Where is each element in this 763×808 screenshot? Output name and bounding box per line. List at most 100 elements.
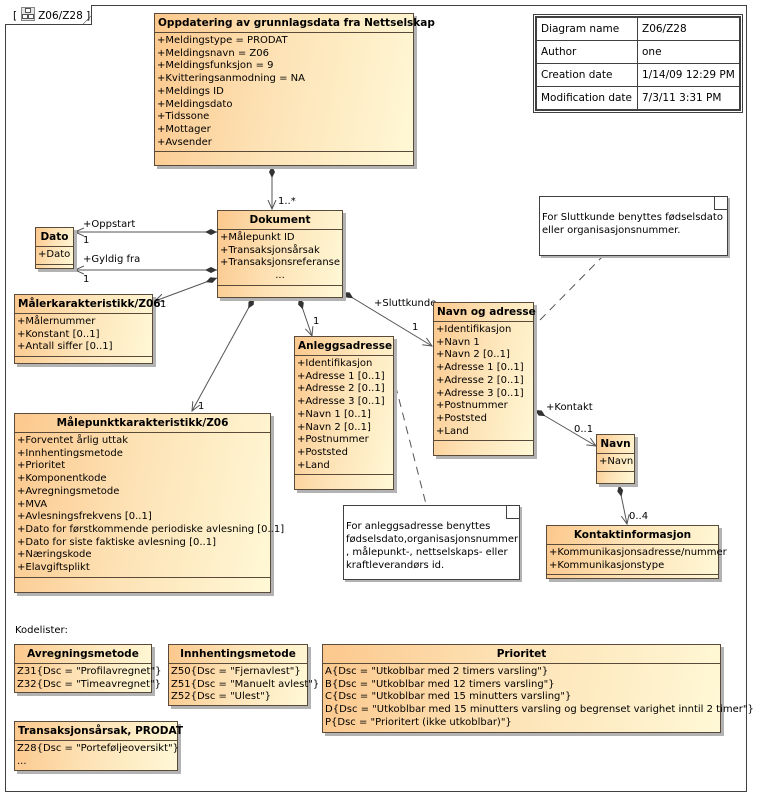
enum-literal: Z50{Dsc = "Fjernavlest"}: [171, 666, 301, 677]
attribute: +Adresse 2 [0..1]: [297, 383, 385, 395]
assoc-malepunktkarakteristikk[interactable]: [192, 297, 255, 411]
enum-literal: Z28{Dsc = "Porteføljeoversikt"}: [17, 743, 179, 754]
attribute: ...: [275, 270, 285, 282]
role-label: +Gyldig fra: [83, 254, 141, 265]
attribute: +Komponentkode: [17, 473, 107, 485]
enum-literal: C{Dsc = "Utkoblbar med 15 minutters vars…: [325, 691, 572, 703]
class-navn-og-adresse[interactable]: Navn og adresse +Identifikasjon +Navn 1 …: [433, 302, 536, 456]
note-text: For anleggsadresse benyttes fødselsdato,…: [346, 521, 519, 571]
note-link-sluttkunde: [539, 254, 605, 321]
attribute: +Adresse 3 [0..1]: [436, 387, 524, 399]
attribute: +Adresse 1 [0..1]: [297, 370, 385, 382]
enum-innhentingsmetode[interactable]: Innhentingsmetode Z50{Dsc = "Fjernavlest…: [168, 644, 320, 706]
class-name: Dato: [36, 228, 73, 247]
attribute: +Transaksjonsreferanse: [220, 257, 341, 269]
enum-prioritet[interactable]: Prioritet A{Dsc = "Utkoblbar med 2 timer…: [322, 644, 754, 733]
attribute: +Meldings ID: [157, 85, 224, 97]
attribute: +Kommunikasjonsadresse/nummer: [549, 547, 727, 558]
enum-literal: B{Dsc = "Utkoblbar med 12 timers varslin…: [325, 678, 555, 690]
class-navn[interactable]: Navn +Navn: [596, 434, 635, 484]
mult-label: 1: [412, 322, 419, 333]
enum-literal: Z31{Dsc = "Profilavregnet"}: [17, 666, 162, 677]
class-name: Navn: [597, 435, 634, 454]
attribute: +Poststed: [436, 412, 487, 424]
assoc-anleggsadresse[interactable]: [299, 297, 312, 336]
attribute: +Prioritet: [17, 460, 66, 472]
enum-literal: ...: [17, 755, 27, 767]
class-name: Kontaktinformasjon: [547, 526, 718, 545]
attribute: +Navn: [599, 456, 634, 467]
attribute: +Meldingsnavn = Z06: [157, 47, 269, 59]
class-anleggsadresse[interactable]: Anleggsadresse +Identifikasjon +Adresse …: [294, 336, 394, 490]
class-dokument[interactable]: Dokument +Målepunkt ID +Transaksjonsårsa…: [217, 210, 343, 298]
class-dato[interactable]: Dato +Dato: [35, 227, 74, 269]
attribute: +Avregningsmetode: [17, 485, 120, 497]
attribute: +Adresse 3 [0..1]: [297, 396, 385, 408]
mult-label: 1..*: [278, 196, 296, 207]
attribute: +Dato for siste faktiske avlesning [0..1…: [17, 536, 216, 548]
assoc-kontaktinformasjon[interactable]: [619, 484, 627, 524]
mult-label: 0..4: [629, 511, 649, 522]
literal-list: Z50{Dsc = "Fjernavlest"} Z51{Dsc = "Manu…: [169, 664, 320, 706]
class-oppdatering[interactable]: Oppdatering av grunnlagsdata fra Nettsel…: [154, 13, 435, 166]
mult-label: 0..1: [574, 424, 594, 435]
attribute: +Antall siffer [0..1]: [17, 341, 113, 353]
enum-name: Transaksjonsårsak, PRODAT: [15, 722, 183, 741]
attribute: +Tidssone: [157, 111, 210, 123]
attribute: +MVA: [17, 498, 48, 510]
role-label: +Sluttkunde: [374, 298, 437, 309]
attribute-list: +Forventet årlig uttak +Innhentingsmetod…: [15, 433, 285, 578]
attribute: +Adresse 1 [0..1]: [436, 362, 524, 374]
class-name: Oppdatering av grunnlagsdata fra Nettsel…: [155, 14, 435, 33]
class-malepunktkarakteristikk[interactable]: Målepunktkarakteristikk/Z06 +Forventet å…: [14, 413, 285, 593]
note-anleggsadresse[interactable]: For anleggsadresse benyttes fødselsdato,…: [343, 505, 520, 580]
enum-literal: A{Dsc = "Utkoblbar med 2 timers varsling…: [325, 666, 549, 677]
note-link-anleggsadresse: [391, 371, 427, 505]
role-label: +Oppstart: [83, 219, 136, 230]
class-name: Dokument: [218, 211, 342, 230]
attribute: +Meldingsfunksjon = 9: [157, 60, 274, 72]
attribute: +Navn 1: [436, 336, 480, 348]
attribute-list: +Meldingstype = PRODAT +Meldingsnavn = Z…: [155, 33, 413, 153]
enum-name: Prioritet: [323, 645, 720, 664]
note-sluttkunde[interactable]: For Sluttkunde benyttes fødselsdato elle…: [539, 196, 728, 256]
attribute: +Identifikasjon: [297, 358, 373, 369]
mult-label: 1: [83, 274, 90, 285]
class-kontaktinformasjon[interactable]: Kontaktinformasjon +Kommunikasjonsadress…: [546, 525, 727, 579]
attribute: +Innhentingsmetode: [17, 447, 123, 459]
enum-literal: Z52{Dsc = "Ulest"}: [171, 691, 272, 703]
attribute: +Navn 2 [0..1]: [297, 421, 371, 433]
attribute: +Navn 1 [0..1]: [297, 408, 371, 420]
enum-literal: D{Dsc = "Utkoblbar med 15 minutters vars…: [325, 704, 754, 716]
mult-label: 1: [83, 235, 90, 246]
enum-transaksjonsarsak[interactable]: Transaksjonsårsak, PRODAT Z28{Dsc = "Por…: [14, 721, 183, 771]
attribute: +Målepunkt ID: [220, 232, 295, 243]
literal-list: Z28{Dsc = "Porteføljeoversikt"} ...: [15, 741, 179, 770]
attribute: +Næringskode: [17, 549, 92, 561]
attribute: +Avlesningsfrekvens [0..1]: [17, 511, 152, 523]
enum-name: Avregningsmetode: [15, 645, 151, 664]
attribute: +Forventet årlig uttak: [17, 435, 129, 446]
mult-label: 1: [313, 316, 320, 327]
class-name: Målepunktkarakteristikk/Z06: [15, 414, 270, 433]
enum-literal: Z51{Dsc = "Manuelt avlest"}: [171, 678, 320, 690]
attribute: +Mottager: [157, 123, 211, 135]
attribute: +Identifikasjon: [436, 324, 512, 335]
enum-literal: P{Dsc = "Prioritert (ikke utkoblbar)"}: [325, 716, 512, 728]
literal-list: A{Dsc = "Utkoblbar med 2 timers varsling…: [323, 664, 754, 732]
class-name: Målerkarakteristikk/Z06: [15, 295, 161, 314]
class-name: Anleggsadresse: [295, 337, 393, 356]
enum-literal: Z32{Dsc = "Timeavregnet"}: [17, 678, 161, 690]
attribute: +Land: [436, 425, 469, 437]
class-malerkarakteristikk[interactable]: Målerkarakteristikk/Z06 +Målernummer +Ko…: [14, 294, 161, 364]
enum-avregningsmetode[interactable]: Avregningsmetode Z31{Dsc = "Profilavregn…: [14, 644, 162, 693]
attribute: +Meldingstype = PRODAT: [157, 35, 288, 46]
attribute: +Postnummer: [297, 434, 369, 446]
assoc-malerkarakteristikk[interactable]: [155, 278, 218, 301]
attribute-list: +Målepunkt ID +Transaksjonsårsak +Transa…: [218, 230, 342, 286]
attribute: +Dato for førstkommende periodiske avles…: [17, 523, 285, 535]
attribute: +Målernummer: [17, 316, 96, 327]
attribute: +Navn 2 [0..1]: [436, 349, 510, 361]
note-text: For Sluttkunde benyttes fødselsdato elle…: [542, 212, 723, 236]
attribute-list: +Identifikasjon +Navn 1 +Navn 2 [0..1] +…: [434, 322, 533, 442]
